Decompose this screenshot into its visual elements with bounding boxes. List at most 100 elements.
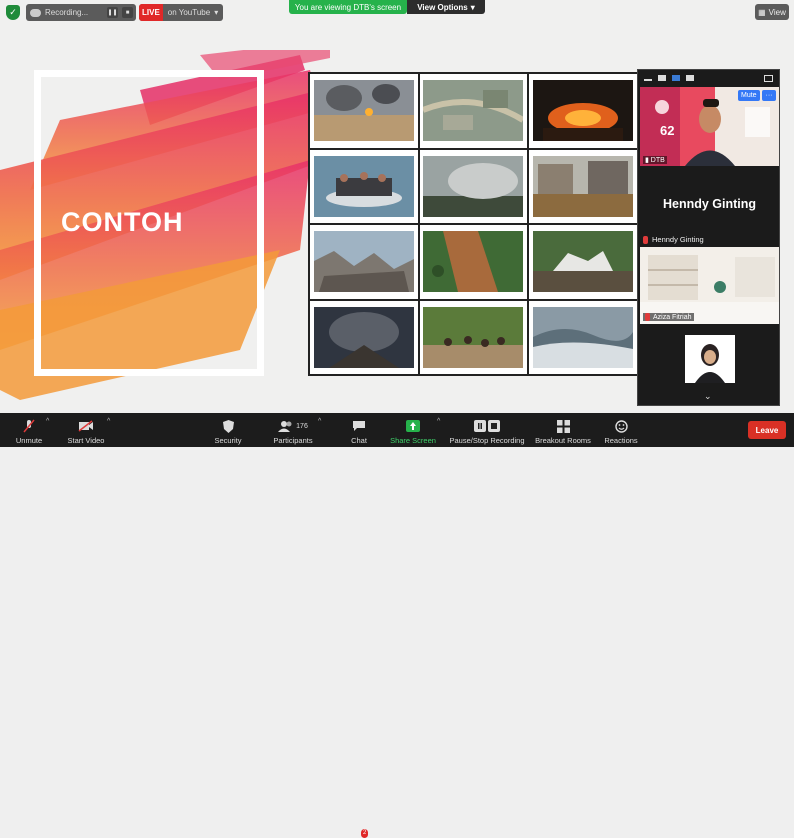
tile-label-dtb: ▮ DTB [643,156,667,164]
security-button[interactable]: Security [212,413,244,447]
grid-cell [309,299,419,375]
grid-cell [309,224,419,300]
grid-cell [528,224,638,300]
scroll-down-icon[interactable]: ⌄ [704,391,712,402]
cloud-icon [30,8,41,17]
photo-night-fire [533,80,634,142]
share-screen-icon [406,419,420,433]
breakout-rooms-icon [556,419,570,433]
live-badge: LIVE [139,4,163,21]
participants-count: 176 [296,422,308,430]
photo-satellite-map [423,80,524,142]
participants-label: Participants [273,436,313,445]
shield-icon [222,419,234,433]
tile-label-aziza: Aziza Fitriah [643,313,694,321]
minimize-icon[interactable] [644,79,652,81]
video-tile-participant[interactable] [640,328,779,390]
reactions-label: Reactions [604,436,638,445]
view-options-label: View Options [417,2,468,12]
grid-cell [418,73,529,149]
live-stream-indicator[interactable]: LIVE on YouTube ▾ [139,4,223,21]
grid-cell [528,148,638,224]
chevron-down-icon: ▾ [214,8,219,17]
start-video-button[interactable]: Start Video [64,413,108,447]
speaker-view-icon[interactable] [672,75,680,81]
view-button[interactable]: ▦ View [755,4,789,20]
view-button-label: View [768,7,786,17]
grid-cell [418,299,529,375]
photo-tsunami-wave [533,306,634,368]
mic-muted-icon [643,235,648,244]
security-shield-icon[interactable]: ✓ [6,5,20,20]
pause-stop-recording-button[interactable]: Pause/Stop Recording [449,413,525,447]
recording-label: Recording... [45,8,89,17]
mic-muted-icon [645,313,650,321]
chevron-up-icon[interactable]: ^ [46,418,49,425]
chevron-down-icon: ▾ [470,2,475,12]
participant-photo [684,335,735,383]
single-view-icon[interactable] [658,75,666,81]
share-screen-label: Share Screen [390,436,436,445]
grid-cell [418,224,529,300]
photo-tsunami-debris [313,231,414,293]
view-options-button[interactable]: View Options ▾ [407,0,485,14]
meeting-toolbar: Unmute ^ Start Video ^ Security 176 Part… [0,413,794,838]
security-label: Security [214,436,242,445]
photo-volcano [313,306,414,368]
pause-stop-icon [474,419,500,433]
grid-cell [309,73,419,149]
photo-forest-smoke [423,155,524,217]
smiley-icon [614,419,628,433]
slide-title: CONTOH [61,207,184,237]
speaker-name-tile: Henndy Ginting [662,197,757,211]
photo-grid [308,72,639,376]
start-video-label: Start Video [67,436,105,445]
photo-refugee-boat [313,155,414,217]
mic-muted-icon [23,419,35,433]
recording-button-label: Pause/Stop Recording [449,436,525,445]
stop-recording-icon[interactable]: ■ [122,7,133,18]
grid-cell [309,148,419,224]
participants-button[interactable]: 176 Participants [272,413,314,447]
live-label: on YouTube [167,8,211,17]
photo-landslide [423,231,524,293]
tile-name: Aziza Fitriah [653,313,692,321]
tile-name: DTB [650,157,665,164]
grid-cell [528,73,638,149]
unmute-button[interactable]: Unmute [13,413,45,447]
photo-crowd [423,306,524,368]
tile-name: Henndy Ginting [652,235,704,244]
photo-flood-houses [533,155,634,217]
grid-icon: ▦ [758,7,766,17]
grid-cell [528,299,638,375]
gallery-view-icon[interactable] [686,75,694,81]
grid-cell [418,148,529,224]
breakout-rooms-button[interactable]: Breakout Rooms [534,413,592,447]
chat-label: Chat [351,436,367,445]
chevron-up-icon[interactable]: ^ [318,418,321,425]
chevron-up-icon[interactable]: ^ [437,418,440,425]
reactions-button[interactable]: Reactions [603,413,639,447]
photo-collapsed-building [533,231,634,293]
pause-recording-icon[interactable]: ❚❚ [107,7,118,18]
chevron-up-icon[interactable]: ^ [107,418,110,425]
share-banner: You are viewing DTB's screen [289,0,407,14]
share-screen-button[interactable]: Share Screen [390,413,436,447]
tile-label-henndy: Henndy Ginting [640,232,779,247]
mute-participant-button[interactable]: Mute [738,90,760,101]
participants-icon: 176 [278,419,308,433]
gallery-panel-toolbar [638,70,779,86]
video-off-icon [78,419,94,433]
chat-icon [352,419,366,433]
tile-badge-62: 62 [660,123,675,138]
photo-airstrike [313,80,414,142]
video-tile-aziza[interactable]: Aziza Fitriah [640,247,779,324]
chat-unread-badge: 2 [361,829,369,838]
chat-button[interactable]: Chat [348,413,370,447]
exit-fullscreen-icon[interactable] [764,74,773,82]
more-options-button[interactable]: ··· [762,90,776,101]
breakout-rooms-label: Breakout Rooms [535,436,591,445]
gallery-panel: 62 ▮ DTB Mute ··· Henndy Ginting Henndy … [637,69,780,406]
leave-button[interactable]: Leave [748,421,786,439]
recording-indicator: Recording... ❚❚ ■ [26,4,136,21]
